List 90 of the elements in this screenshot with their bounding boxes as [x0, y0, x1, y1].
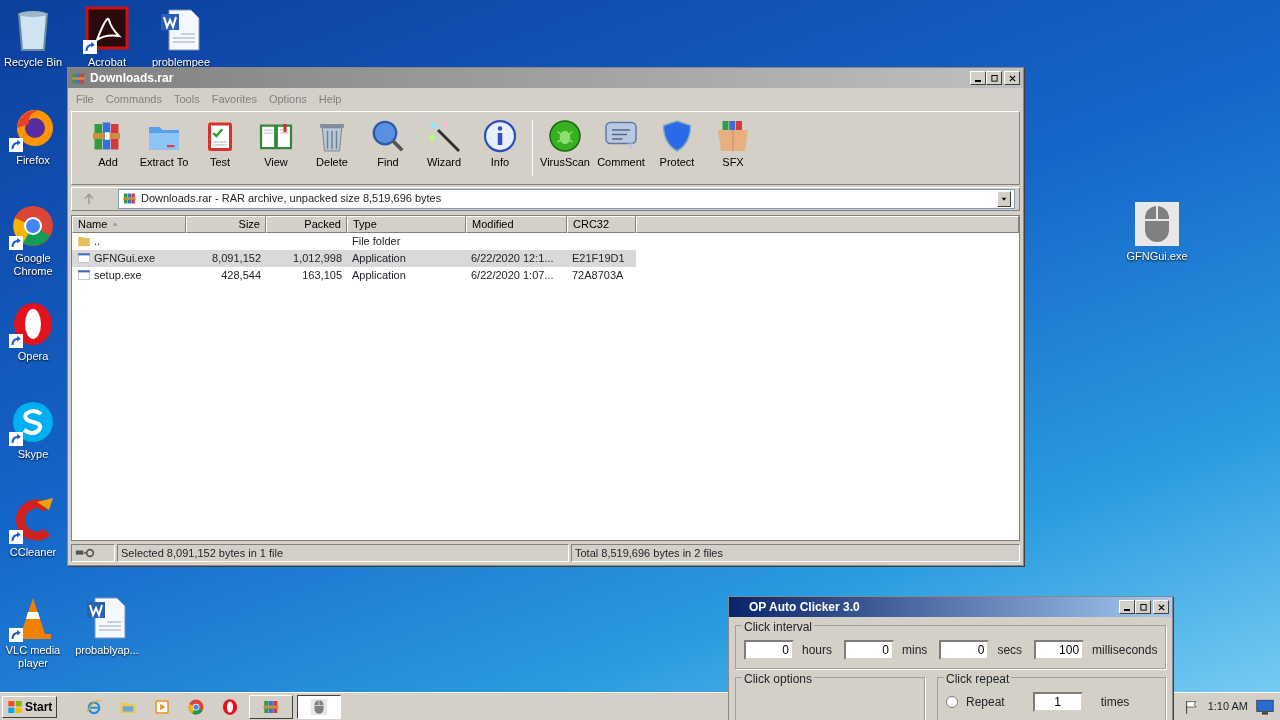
- icon-label[interactable]: Opera: [17, 350, 49, 363]
- monitor-icon[interactable]: [1256, 697, 1274, 716]
- file-name-cell[interactable]: ..: [72, 232, 186, 250]
- table-cell-text: 72A8703A: [571, 267, 625, 283]
- number-field[interactable]: 0: [939, 640, 990, 660]
- icon-label[interactable]: Acrobat: [88, 56, 126, 69]
- table-cell-text: 6/22/2020 1:07...: [470, 267, 555, 283]
- file-name-cell[interactable]: setup.exe: [72, 266, 186, 284]
- toolbar-button[interactable]: Find: [360, 115, 416, 172]
- unit-label: secs: [997, 642, 1023, 659]
- window-title: Downloads.rar: [90, 70, 174, 87]
- windows-logo-icon: [7, 698, 23, 715]
- maximize-icon: [989, 73, 999, 83]
- radio-button[interactable]: [946, 696, 958, 708]
- status-text: Selected 8,091,152 bytes in 1 file: [121, 545, 284, 561]
- maximize-button[interactable]: [986, 71, 1002, 85]
- number-field[interactable]: 0: [744, 640, 794, 660]
- toolbar-button[interactable]: Add: [80, 115, 136, 172]
- toolbar-button[interactable]: Comment: [593, 115, 649, 172]
- column-header[interactable]: Size: [186, 215, 266, 233]
- dropdown-button[interactable]: [997, 190, 1011, 207]
- icon-label[interactable]: CCleaner: [9, 546, 57, 559]
- close-icon: [1007, 73, 1017, 83]
- icon-label[interactable]: Firefox: [16, 154, 50, 167]
- table-cell: Application: [347, 249, 466, 267]
- icon-label[interactable]: GFNGui.exe: [1126, 250, 1188, 263]
- media-player-icon: [153, 697, 172, 716]
- table-cell: 1,012,998: [266, 249, 347, 267]
- table-cell: E21F19D1: [567, 249, 636, 267]
- number-field[interactable]: 1: [1032, 692, 1083, 712]
- unit-label: times: [1100, 694, 1130, 711]
- internet-explorer-icon: [85, 697, 104, 716]
- minimize-button[interactable]: [970, 71, 986, 85]
- table-cell-text: 163,105: [301, 267, 343, 283]
- icon-label[interactable]: probablyap...: [75, 644, 139, 657]
- toolbar-button[interactable]: Wizard: [416, 115, 472, 172]
- minimize-button[interactable]: [1119, 600, 1135, 614]
- bug-icon: [547, 117, 583, 154]
- taskbar-button[interactable]: [297, 694, 342, 719]
- close-button[interactable]: [1004, 71, 1020, 85]
- icon-label[interactable]: Google Chrome: [0, 252, 66, 278]
- close-icon: [1156, 602, 1166, 612]
- column-header[interactable]: Type: [347, 215, 466, 233]
- window-title: OP Auto Clicker 3.0: [749, 599, 860, 616]
- toolbar-button[interactable]: Info: [472, 115, 528, 172]
- toolbar-button[interactable]: SFX: [705, 115, 761, 172]
- minimize-icon: [1124, 609, 1130, 611]
- unit-label: mins: [902, 642, 928, 659]
- start-button[interactable]: Start: [2, 695, 58, 718]
- file-name-cell[interactable]: GFNGui.exe: [72, 249, 186, 267]
- toolbar-button[interactable]: VirusScan: [537, 115, 593, 172]
- unit-label: hours: [802, 642, 833, 659]
- unit-label: milliseconds: [1092, 642, 1158, 659]
- toolbar-button[interactable]: Protect: [649, 115, 705, 172]
- icon-label[interactable]: Recycle Bin: [3, 56, 63, 69]
- opera-icon: [221, 697, 240, 716]
- flag-icon[interactable]: [1183, 698, 1200, 715]
- toolbar-button[interactable]: Extract To: [136, 115, 192, 172]
- table-cell-text: 428,544: [220, 267, 262, 283]
- table-cell-text: Application: [351, 267, 407, 283]
- chrome-icon: [187, 697, 206, 716]
- icon-label[interactable]: Skype: [17, 448, 49, 461]
- column-header[interactable]: Packed: [266, 215, 347, 233]
- column-header[interactable]: Modified: [466, 215, 567, 233]
- column-header[interactable]: CRC32: [567, 215, 636, 233]
- maximize-icon: [1138, 602, 1148, 612]
- archive-books-icon: [122, 191, 137, 206]
- maximize-button[interactable]: [1135, 600, 1151, 614]
- mouse-icon: [310, 697, 329, 716]
- application-icon: [77, 268, 91, 282]
- clock[interactable]: 1:10 AM: [1207, 698, 1248, 715]
- table-cell-text: File folder: [351, 233, 402, 249]
- icon-label[interactable]: problempee: [151, 56, 211, 69]
- toolbar-button[interactable]: Delete: [304, 115, 360, 172]
- path-field[interactable]: Downloads.rar - RAR archive, unpacked size 8,519,696 bytes: [118, 188, 1015, 209]
- status-text: Total 8,519,696 bytes in 2 files: [575, 545, 723, 561]
- number-field[interactable]: 100: [1034, 640, 1085, 660]
- close-button[interactable]: [1153, 600, 1169, 614]
- toolbar-button[interactable]: View: [248, 115, 304, 172]
- option-label: Repeat: [966, 694, 1005, 711]
- table-cell: 8,091,152: [186, 249, 266, 267]
- table-cell: 6/22/2020 12:1...: [466, 249, 567, 267]
- mouse-icon[interactable]: [1133, 200, 1181, 248]
- minimize-icon: [975, 80, 981, 82]
- application-icon: [77, 251, 91, 265]
- number-field[interactable]: 0: [844, 640, 895, 660]
- toolbar-button[interactable]: Test: [192, 115, 248, 172]
- icon-label[interactable]: VLC media player: [0, 644, 66, 670]
- column-header[interactable]: Name: [72, 215, 186, 233]
- info-icon: [482, 117, 518, 154]
